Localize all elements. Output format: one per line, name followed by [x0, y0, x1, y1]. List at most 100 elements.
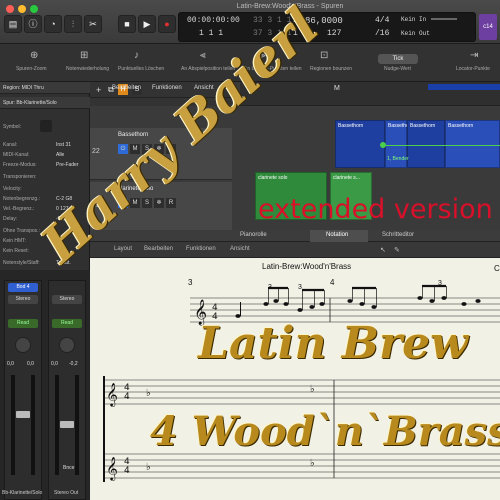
inspector-row-label: Kanal: [3, 142, 18, 148]
tool-punch-erase[interactable]: Punktuelles Löschen [118, 66, 164, 72]
play-button[interactable]: ▶ [138, 15, 156, 33]
lcd-badge: c14 [479, 14, 497, 40]
menu-functions[interactable]: Funktionen [186, 246, 216, 252]
stop-button[interactable]: ■ [118, 15, 136, 33]
inspector-row-label: Transponieren: [3, 174, 37, 180]
inspector-button[interactable]: ⓘ [24, 15, 42, 33]
library-icon: ▤ [8, 19, 18, 29]
record-button[interactable]: ● [158, 15, 176, 33]
record-enable-button[interactable]: R [166, 198, 176, 208]
lcd-time: 00:00:00:00 [187, 16, 240, 25]
midi-region[interactable]: Bassethorn [335, 120, 385, 168]
level-meter [55, 375, 59, 475]
inspector-row-value[interactable]: Pre-Fader [56, 162, 79, 168]
add-track-icon[interactable]: + [96, 85, 101, 95]
automation-label: 1, Bender [387, 156, 409, 162]
inspector-row-value[interactable]: Alle [56, 152, 64, 158]
edition-label: extended version [258, 194, 493, 225]
nudge-value-select[interactable]: Tick [378, 54, 418, 64]
tool-note-repeat[interactable]: Notenwiederholung [66, 66, 109, 72]
flat-sign: ♭ [310, 458, 315, 469]
channel-strip: Bod 4 Stereo Read 0,0 0,0 [4, 280, 42, 500]
flat-sign: ♭ [146, 462, 151, 473]
tool-locators[interactable]: Locator-Punkte [456, 66, 490, 72]
treble-clef: 𝄞 [106, 382, 118, 407]
smart-controls-button[interactable]: ◔ [44, 15, 62, 33]
library-button[interactable]: ▤ [4, 15, 22, 33]
volume-fader[interactable] [16, 411, 30, 418]
zoom-icon[interactable]: ⊕ [30, 50, 38, 61]
ruler-marker[interactable]: M [334, 85, 340, 92]
inspector-row-label: Notenbegrenzg.: [3, 196, 40, 202]
menu-edit[interactable]: Bearbeiten [112, 85, 141, 91]
note-repeat-icon[interactable]: ⊞ [80, 50, 88, 61]
lcd-meter-bar [431, 18, 457, 20]
time-signature: 4 [124, 392, 130, 402]
notes [235, 296, 481, 318]
lcd-division: /16 [375, 29, 390, 38]
inspector-track-header[interactable]: Spur: Bb-Klarinette/Solo [3, 100, 57, 106]
pan-knob[interactable] [59, 337, 75, 353]
tab-piano-roll[interactable]: Pianorolle [240, 232, 267, 238]
time-signature: 4 [124, 466, 130, 476]
track-symbol-icon[interactable] [40, 120, 52, 132]
freeze-button[interactable]: ❄ [154, 198, 164, 208]
inspector-row-label: Velocity: [3, 186, 22, 192]
menu-layout[interactable]: Layout [114, 246, 132, 252]
menu-functions[interactable]: Funktionen [152, 85, 182, 91]
output-slot[interactable]: Stereo [52, 295, 82, 304]
midi-region[interactable]: Bassethorn [407, 120, 445, 168]
tool-track-zoom[interactable]: Spuren-Zoom [16, 66, 47, 72]
lcd-midi-out: Kein Out [401, 30, 430, 37]
score-editor[interactable]: Latin-Brew:Wood'n'Brass Co 3 4 3 3 3 [90, 258, 500, 500]
level-meter [11, 375, 15, 475]
editors-button[interactable]: ✂ [84, 15, 102, 33]
pan-readout: 0,0 [27, 361, 34, 367]
locators-icon[interactable]: ⇥ [470, 50, 478, 61]
inspector-row-label: Delay: [3, 216, 18, 222]
zoom-window-button[interactable] [30, 5, 38, 13]
cycle-region[interactable] [428, 84, 500, 90]
automation-line [386, 145, 500, 146]
track-number: 22 [92, 148, 100, 155]
title-line-2: 4 Wood`n`Brass [150, 408, 500, 455]
volume-fader[interactable] [60, 421, 74, 428]
bounce-label[interactable]: Bnce [63, 465, 74, 471]
automation-mode[interactable]: Read [52, 319, 82, 328]
play-icon: ▶ [143, 19, 151, 29]
close-window-button[interactable] [6, 5, 14, 13]
channel-name: Bb-Klarinette/Solo [2, 490, 43, 496]
split-playhead-icon[interactable]: ⫷ [200, 50, 206, 61]
insert-slot[interactable]: Bod 4 [8, 283, 38, 292]
pan-readout: -0,2 [69, 361, 78, 367]
scissors-icon: ✂ [89, 19, 97, 29]
minimize-window-button[interactable] [18, 5, 26, 13]
staff-graphics: 𝄞 4 4 𝄞 𝄞 4 4 4 4 ♭ ♭ ♭ ♭ [103, 284, 500, 482]
output-slot[interactable]: Stereo [8, 295, 38, 304]
pointer-tool-icon[interactable]: ↖ [380, 246, 386, 254]
midi-region[interactable]: Bassethorn [445, 120, 500, 168]
title-line-1: Latin Brew [198, 318, 469, 369]
tab-step-editor[interactable]: Schritteditor [382, 232, 414, 238]
eighth-note-icon[interactable]: ♪ [134, 50, 139, 61]
mixer-icon: ⫶ [71, 19, 75, 29]
tool-bounce-regions[interactable]: Regionen bounzen [310, 66, 352, 72]
lcd-midi-in: Kein In [401, 16, 427, 23]
stop-icon: ■ [124, 19, 130, 29]
bounce-icon[interactable]: ⊡ [320, 50, 328, 61]
inspector-row-value[interactable]: Inst 31 [56, 142, 71, 148]
lcd-signature: 4/4 [375, 16, 390, 25]
tab-notation[interactable]: Notation [326, 232, 348, 238]
inspector-row-label: Kein HMT: [3, 238, 27, 244]
automation-mode[interactable]: Read [8, 319, 38, 328]
editor-tabs: Pianorolle Notation Schritteditor [90, 230, 500, 242]
mixer-button[interactable]: ⫶ [64, 15, 82, 33]
pan-knob[interactable] [15, 337, 31, 353]
menu-view[interactable]: Ansicht [230, 246, 250, 252]
pencil-tool-icon[interactable]: ✎ [394, 246, 400, 254]
record-icon: ● [164, 19, 170, 29]
inspector-row-label: Symbol: [3, 124, 22, 130]
inspector-row-label: Vel.-Begrenz.: [3, 206, 35, 212]
menu-edit[interactable]: Bearbeiten [144, 246, 173, 252]
inspector-region-header[interactable]: Region: MIDI Thru [3, 85, 44, 91]
